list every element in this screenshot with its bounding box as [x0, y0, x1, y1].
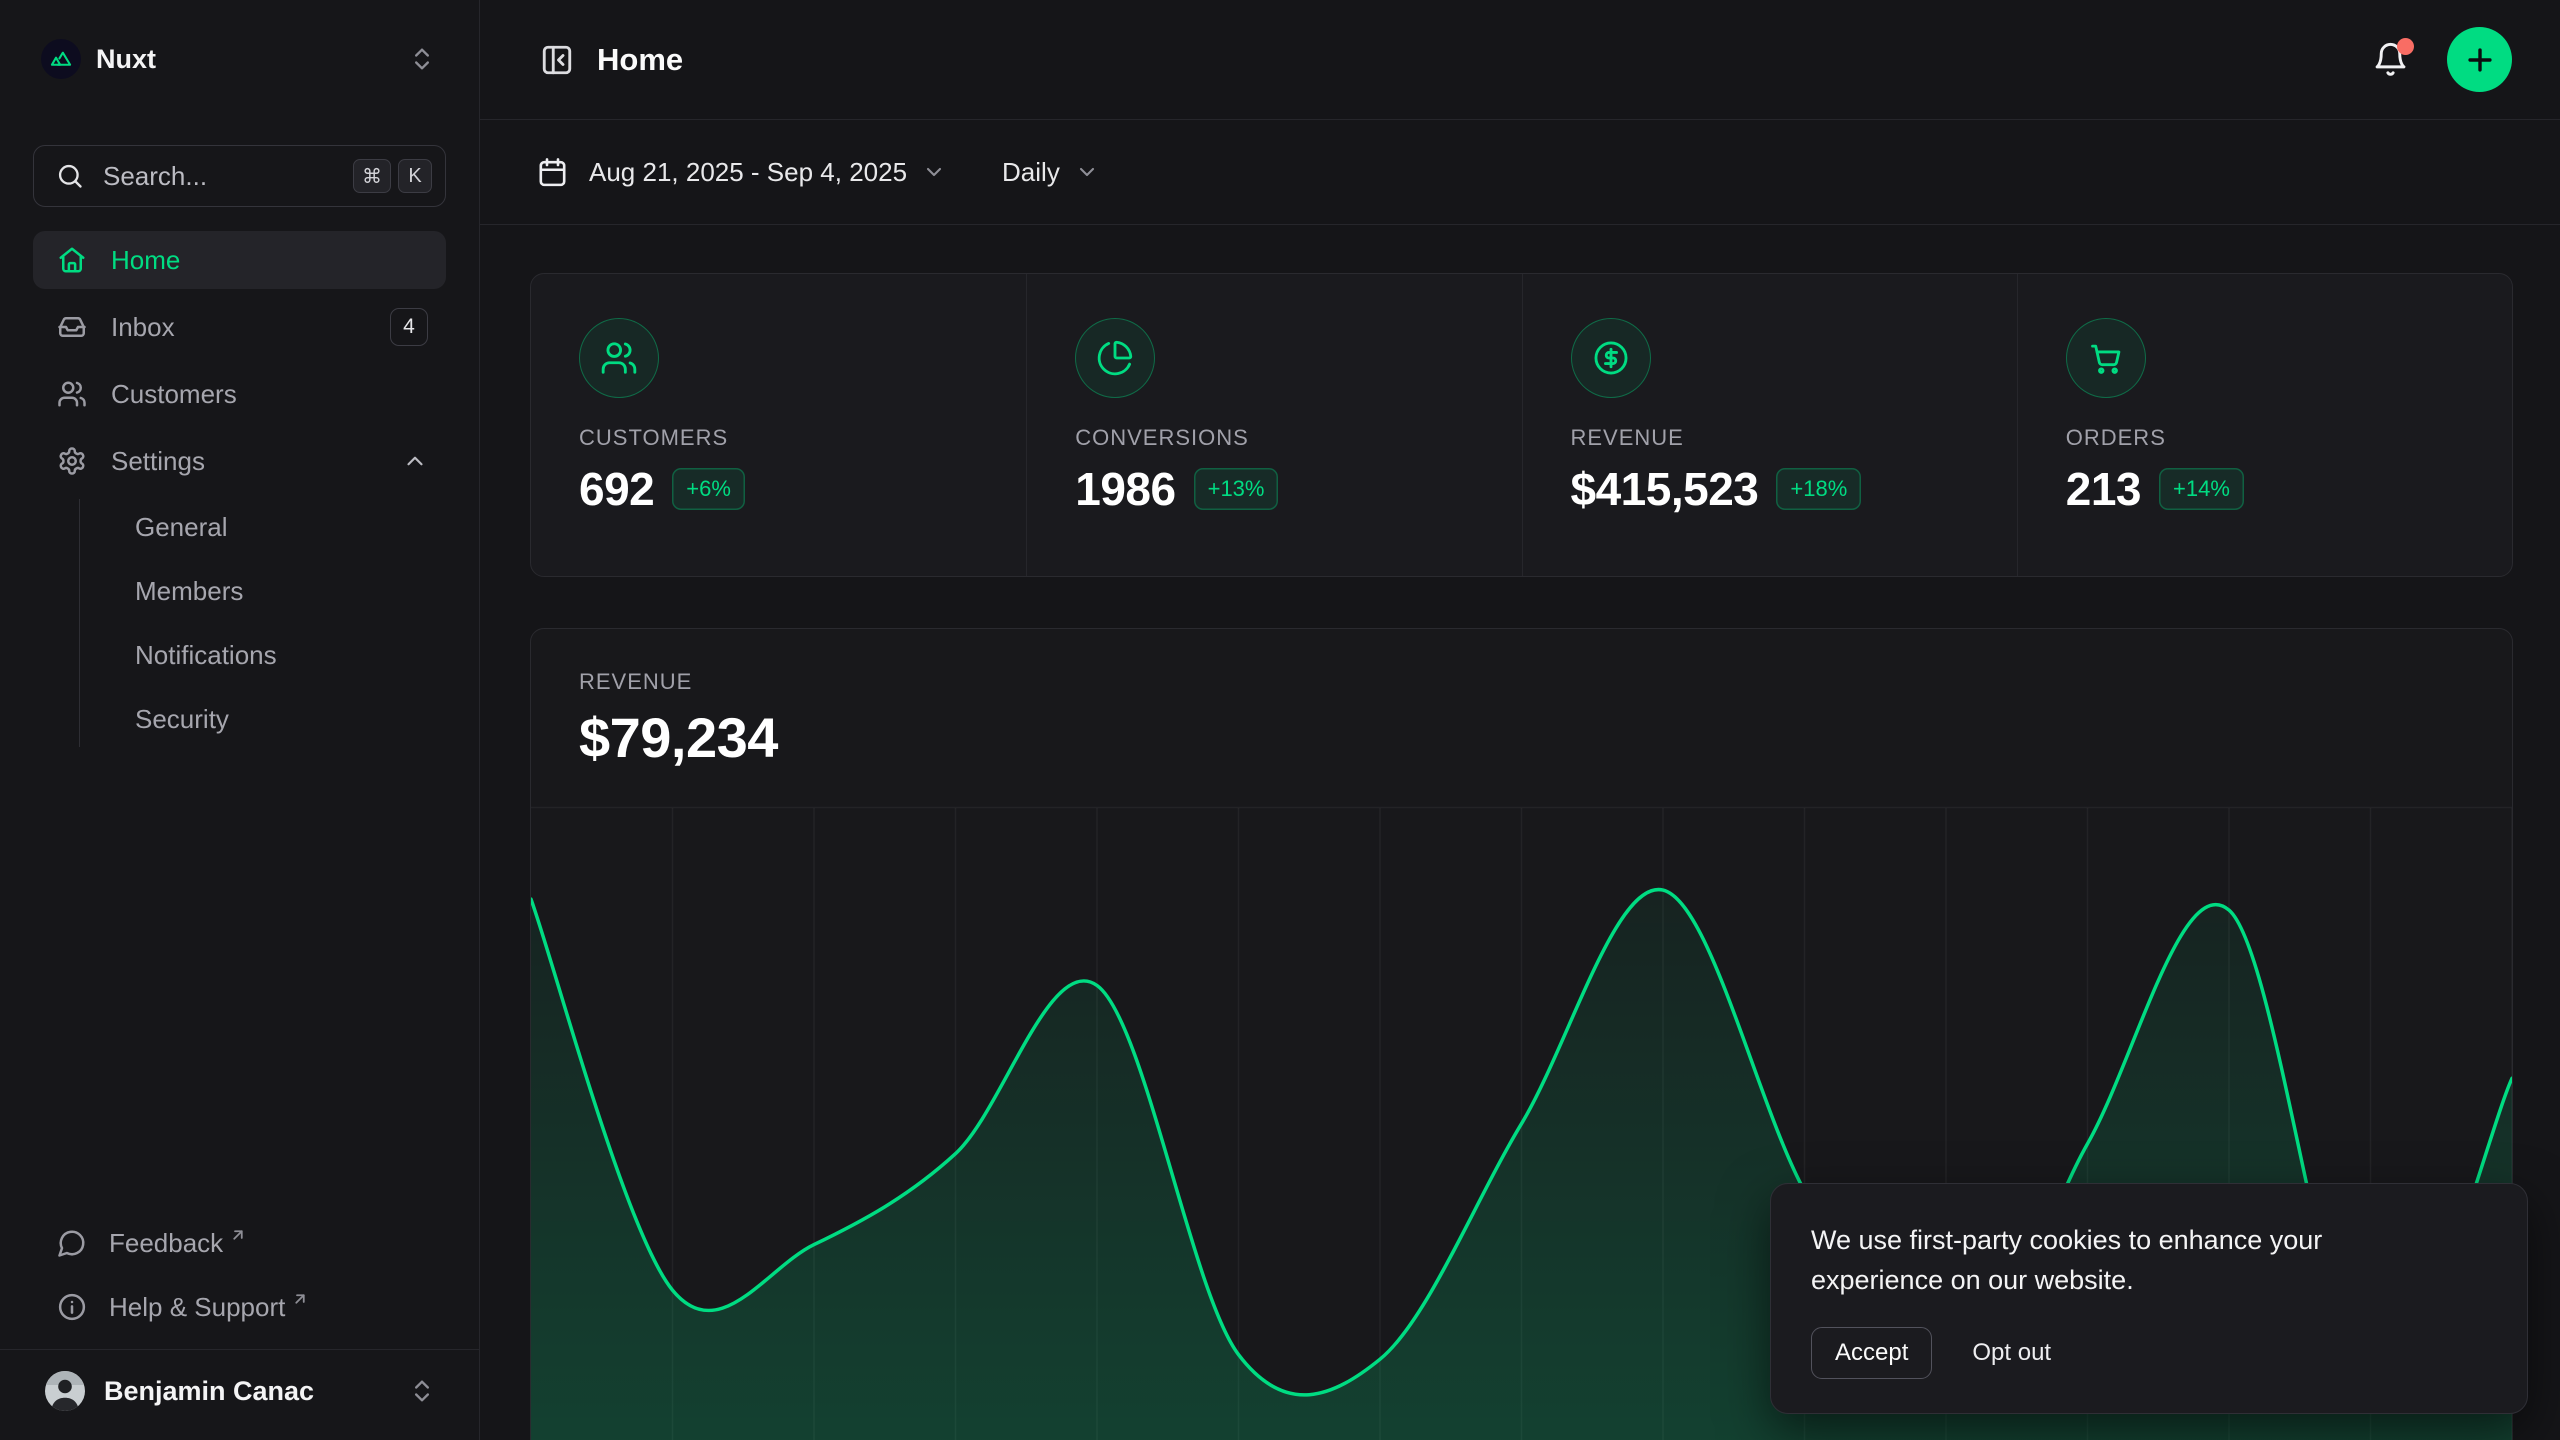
stat-value: 692 [579, 462, 654, 516]
sidebar-nav: Home Inbox 4 Customers Settings [33, 231, 446, 755]
team-name: Nuxt [96, 44, 408, 75]
stat-customers[interactable]: CUSTOMERS 692 +6% [531, 274, 1026, 576]
chevron-up-icon [402, 448, 428, 474]
search-input[interactable]: Search... ⌘ K [33, 145, 446, 207]
optout-cookies-button[interactable]: Opt out [1972, 1339, 2051, 1367]
gear-icon [57, 446, 89, 476]
add-button[interactable] [2447, 27, 2512, 92]
search-placeholder: Search... [103, 161, 346, 192]
app-screen: Nuxt Search... ⌘ K Home [0, 0, 2560, 1440]
sidebar-item-security[interactable]: Security [80, 691, 446, 747]
page-title: Home [597, 42, 683, 78]
sidebar-item-label: Members [135, 576, 428, 607]
info-circle-icon [57, 1292, 89, 1322]
plus-icon [2463, 43, 2497, 77]
chevron-up-down-icon [408, 45, 436, 73]
feedback-link[interactable]: Feedback [33, 1215, 446, 1271]
settings-subnav: General Members Notifications Security [79, 499, 446, 747]
home-icon [57, 245, 89, 275]
sidebar: Nuxt Search... ⌘ K Home [0, 0, 480, 1440]
unread-dot [2397, 38, 2414, 55]
sidebar-item-notifications[interactable]: Notifications [80, 627, 446, 683]
page-header: Home [480, 0, 2560, 120]
stat-conversions[interactable]: CONVERSIONS 1986 +13% [1026, 274, 1521, 576]
stats-row: CUSTOMERS 692 +6% CONVERSIONS 1986 +13% [530, 273, 2513, 577]
help-support-link[interactable]: Help & Support [33, 1279, 446, 1335]
sidebar-item-inbox[interactable]: Inbox 4 [33, 298, 446, 356]
stat-value: $415,523 [1571, 462, 1759, 516]
kbd-k: K [398, 159, 432, 193]
team-switcher[interactable]: Nuxt [33, 28, 446, 90]
sidebar-item-label: Home [111, 245, 428, 276]
stat-delta-badge: +13% [1194, 468, 1279, 510]
stat-label: REVENUE [1571, 425, 1969, 451]
date-range-picker[interactable]: Aug 21, 2025 - Sep 4, 2025 [536, 156, 946, 189]
cart-icon [2066, 318, 2146, 398]
chevron-down-icon [1075, 160, 1099, 184]
cookie-banner: We use first-party cookies to enhance yo… [1770, 1183, 2528, 1414]
stat-delta-badge: +6% [672, 468, 745, 510]
kbd-meta: ⌘ [353, 159, 391, 193]
inbox-unread-badge: 4 [390, 308, 428, 346]
chevron-down-icon [922, 160, 946, 184]
users-icon [57, 379, 89, 409]
date-range-value: Aug 21, 2025 - Sep 4, 2025 [589, 157, 907, 188]
panel-left-close-icon [539, 42, 575, 78]
chevron-up-down-icon [408, 1377, 436, 1405]
pie-chart-icon [1075, 318, 1155, 398]
sidebar-item-label: Security [135, 704, 428, 735]
page-content: CUSTOMERS 692 +6% CONVERSIONS 1986 +13% [480, 225, 2560, 1440]
dollar-circle-icon [1571, 318, 1651, 398]
nuxt-logo-icon [41, 39, 81, 79]
sidebar-item-general[interactable]: General [80, 499, 446, 555]
avatar [45, 1371, 85, 1411]
notifications-button[interactable] [2367, 37, 2413, 83]
cookie-message: We use first-party cookies to enhance yo… [1811, 1220, 2426, 1300]
sidebar-item-members[interactable]: Members [80, 563, 446, 619]
sidebar-item-customers[interactable]: Customers [33, 365, 446, 423]
stat-revenue[interactable]: REVENUE $415,523 +18% [1522, 274, 2017, 576]
calendar-icon [536, 156, 569, 189]
filters-toolbar: Aug 21, 2025 - Sep 4, 2025 Daily [480, 120, 2560, 225]
sidebar-divider [0, 1349, 479, 1350]
user-menu[interactable]: Benjamin Canac [33, 1358, 446, 1424]
accept-cookies-button[interactable]: Accept [1811, 1327, 1932, 1379]
sidebar-item-label: Settings [111, 446, 402, 477]
revenue-chart-label: REVENUE [579, 669, 2464, 695]
external-link-icon [291, 1290, 309, 1308]
stat-label: CONVERSIONS [1075, 425, 1473, 451]
stat-value: 1986 [1075, 462, 1175, 516]
search-icon [56, 162, 84, 190]
stat-delta-badge: +18% [1776, 468, 1861, 510]
help-support-label: Help & Support [109, 1292, 285, 1323]
external-link-icon [229, 1226, 247, 1244]
user-name: Benjamin Canac [104, 1376, 408, 1407]
revenue-chart-total: $79,234 [579, 705, 2464, 770]
chat-bubble-icon [57, 1228, 89, 1258]
sidebar-item-label: Notifications [135, 640, 428, 671]
sidebar-item-label: Inbox [111, 312, 390, 343]
sidebar-item-settings[interactable]: Settings [33, 432, 446, 490]
granularity-select[interactable]: Daily [1002, 157, 1099, 188]
feedback-label: Feedback [109, 1228, 223, 1259]
main-area: Home Aug 21, 2025 - Sep 4, 2025 [480, 0, 2560, 1440]
sidebar-footer: Feedback Help & Support Benjami [33, 1215, 446, 1424]
granularity-value: Daily [1002, 157, 1060, 188]
stat-label: CUSTOMERS [579, 425, 978, 451]
sidebar-item-label: General [135, 512, 428, 543]
stat-value: 213 [2066, 462, 2141, 516]
stat-orders[interactable]: ORDERS 213 +14% [2017, 274, 2512, 576]
users-icon [579, 318, 659, 398]
stat-delta-badge: +14% [2159, 468, 2244, 510]
sidebar-item-home[interactable]: Home [33, 231, 446, 289]
sidebar-item-label: Customers [111, 379, 428, 410]
stat-label: ORDERS [2066, 425, 2464, 451]
inbox-icon [57, 312, 89, 342]
sidebar-collapse-button[interactable] [534, 37, 580, 83]
